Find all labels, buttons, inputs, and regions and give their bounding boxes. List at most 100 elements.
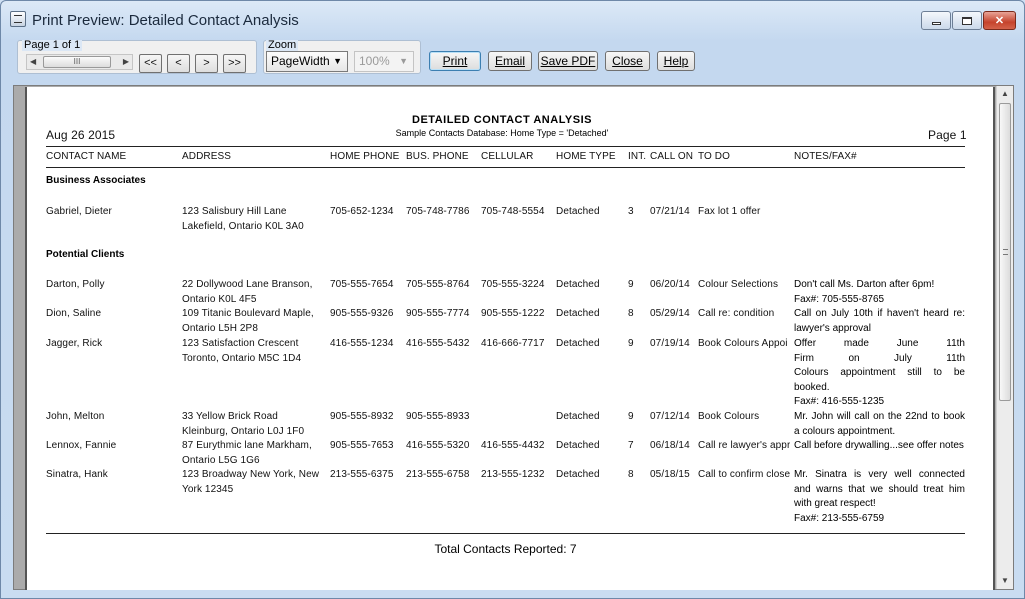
cell-name: Sinatra, Hank <box>46 469 108 480</box>
zoom-mode-value: PageWidth <box>271 54 330 68</box>
chevron-down-icon: ▼ <box>333 56 342 66</box>
cell-notes: Don't call Ms. Darton after 6pm! Fax#: 70… <box>794 278 965 307</box>
scroll-down-icon[interactable]: ▼ <box>997 573 1013 589</box>
toolbar: Page 1 of 1 ◀ III ▶ << < > >> Zoom PageW… <box>13 34 1013 76</box>
report-title: DETAILED CONTACT ANALYSIS <box>412 114 592 126</box>
cell-home-phone: 905-555-7653 <box>330 440 394 451</box>
notes-line: lawyer's approval <box>794 322 871 334</box>
column-header: NOTES/FAX# <box>794 151 857 162</box>
next-page-button[interactable]: > <box>195 54 218 73</box>
total-contacts: Total Contacts Reported: 7 <box>434 542 577 556</box>
cell-name: Jagger, Rick <box>46 338 103 349</box>
close-window-button[interactable]: ✕ <box>983 11 1016 30</box>
header-rule-top <box>46 146 965 147</box>
address-line: York 12345 <box>182 483 234 495</box>
notes-line: with great respect! <box>794 498 876 509</box>
zoom-mode-select[interactable]: PageWidth ▼ <box>266 51 348 72</box>
section-heading: Potential Clients <box>46 249 125 260</box>
notes-line: a colours appointment. <box>794 425 896 437</box>
preview-pane[interactable]: DETAILED CONTACT ANALYSIS Sample Contact… <box>13 85 1014 590</box>
chevron-down-icon: ▼ <box>399 56 408 66</box>
cell-bus-phone: 905-555-7774 <box>406 308 470 319</box>
cell-home-type: Detached <box>556 308 600 319</box>
close-button[interactable]: Close <box>605 51 650 71</box>
notes-line: Don't call Ms. Darton after 6pm! <box>794 279 935 290</box>
notes-line: Mr. John will call on the 22nd to book <box>794 411 965 422</box>
last-page-button[interactable]: >> <box>223 54 246 73</box>
vertical-scroll-thumb[interactable] <box>999 103 1011 401</box>
header-rule-bottom <box>46 167 965 168</box>
cell-notes: Mr. Sinatra is very well connected and wa… <box>794 468 965 526</box>
cell-call-on: 07/21/14 <box>650 206 690 217</box>
cell-to-do: Book Colours Appoi <box>698 338 788 349</box>
help-button[interactable]: Help <box>657 51 695 71</box>
report-subtitle: Sample Contacts Database: Home Type = 'D… <box>395 128 609 138</box>
column-header: HOME PHONE <box>330 151 400 162</box>
page-scrollbar[interactable]: ◀ III ▶ <box>26 54 133 70</box>
cell-home-phone: 905-555-8932 <box>330 411 394 422</box>
scroll-left-icon[interactable]: ◀ <box>30 57 36 66</box>
notes-line: Fax#: 416-555-1235 <box>794 396 885 407</box>
maximize-button[interactable] <box>952 11 982 30</box>
cell-home-phone: 705-555-7654 <box>330 279 394 290</box>
scroll-right-icon[interactable]: ▶ <box>123 57 129 66</box>
address-line: 22 Dollywood Lane Branson, <box>182 279 313 290</box>
cell-cellular: 213-555-1232 <box>481 469 545 480</box>
cell-to-do: Call re: condition <box>698 308 775 319</box>
notes-line: Mr. Sinatra is very well connected <box>794 469 965 480</box>
address-line: 123 Broadway New York, New <box>182 469 320 480</box>
email-button[interactable]: Email <box>488 51 532 71</box>
column-header: ADDRESS <box>182 151 232 162</box>
zoom-percent-value: 100% <box>359 54 390 68</box>
minimize-button[interactable] <box>921 11 951 30</box>
previous-page-button[interactable]: < <box>167 54 190 73</box>
cell-home-phone: 705-652-1234 <box>330 206 394 217</box>
cell-cellular: 416-666-7717 <box>481 338 545 349</box>
report-page-number: Page 1 <box>928 128 967 142</box>
cell-interest: 8 <box>628 308 634 319</box>
column-header: TO DO <box>698 151 730 162</box>
address-line: 33 Yellow Brick Road <box>182 411 278 422</box>
zoom-percent-select: 100% ▼ <box>354 51 414 72</box>
cell-name: John, Melton <box>46 411 105 422</box>
cell-home-type: Detached <box>556 279 600 290</box>
cell-interest: 3 <box>628 206 634 217</box>
minimize-icon <box>931 22 941 25</box>
cell-call-on: 05/18/15 <box>650 469 690 480</box>
notes-line: Call on July 10th if haven't heard re: <box>794 308 965 319</box>
address-line: 123 Salisbury Hill Lane <box>182 206 287 217</box>
cell-name: Gabriel, Dieter <box>46 206 112 217</box>
footer-rule <box>46 533 965 534</box>
cell-interest: 9 <box>628 279 634 290</box>
vertical-scrollbar[interactable]: ▲ ▼ <box>996 86 1013 589</box>
address-line: 123 Satisfaction Crescent <box>182 338 299 349</box>
save-pdf-button[interactable]: Save PDF <box>538 51 598 71</box>
cell-home-type: Detached <box>556 206 600 217</box>
printer-icon <box>10 11 26 27</box>
cell-notes: Offer made June 11th Firm on July 11th Col… <box>794 337 965 410</box>
cell-home-phone: 213-555-6375 <box>330 469 394 480</box>
zoom-label: Zoom <box>266 39 299 51</box>
print-button[interactable]: Print <box>429 51 481 71</box>
print-preview-window: Print Preview: Detailed Contact Analysis… <box>0 0 1025 599</box>
first-page-button[interactable]: << <box>139 54 162 73</box>
cell-interest: 7 <box>628 440 634 451</box>
cell-call-on: 07/19/14 <box>650 338 690 349</box>
section-heading: Business Associates <box>46 175 146 186</box>
cell-to-do: Colour Selections <box>698 279 779 290</box>
address-line: 87 Eurythmic lane Markham, <box>182 440 312 451</box>
scroll-up-icon[interactable]: ▲ <box>997 86 1013 102</box>
cell-home-phone: 416-555-1234 <box>330 338 394 349</box>
cell-notes: Call on July 10th if haven't heard re: la… <box>794 307 965 336</box>
notes-line: Firm on July 11th <box>794 352 965 364</box>
address-line: Lakefield, Ontario K0L 3A0 <box>182 220 304 232</box>
notes-line: booked. <box>794 381 830 393</box>
cell-interest: 9 <box>628 338 634 349</box>
report-date: Aug 26 2015 <box>46 128 116 142</box>
title-bar[interactable]: Print Preview: Detailed Contact Analysis… <box>1 1 1024 33</box>
cell-home-type: Detached <box>556 440 600 451</box>
page-scroll-thumb[interactable]: III <box>43 56 111 68</box>
cell-bus-phone: 705-555-8764 <box>406 279 470 290</box>
address-line: 109 Titanic Boulevard Maple, <box>182 308 314 319</box>
cell-bus-phone: 705-748-7786 <box>406 206 470 217</box>
